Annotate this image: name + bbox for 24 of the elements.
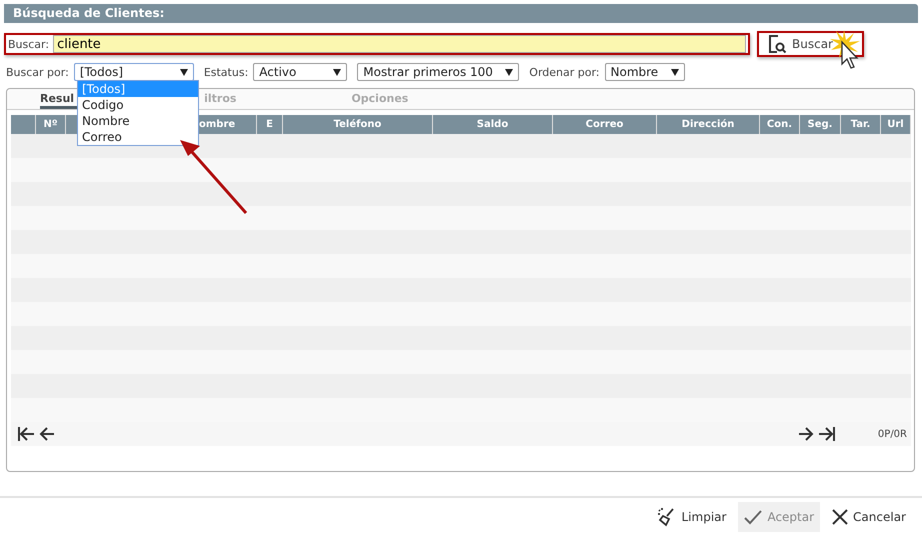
previous-page-button[interactable] xyxy=(37,426,57,442)
dropdown[interactable]: Mostrar primeros 100 xyxy=(357,63,520,81)
clear-button[interactable]: Limpiar xyxy=(650,502,732,532)
page-count: 0P/0R xyxy=(878,428,907,440)
caret-icon xyxy=(180,68,188,76)
first-page-button[interactable] xyxy=(15,426,37,442)
search-label: Buscar: xyxy=(8,38,50,50)
caret-icon xyxy=(333,68,342,76)
filter-label: Estatus: xyxy=(204,66,248,78)
check-icon xyxy=(744,509,762,525)
dropdown[interactable]: [Todos] xyxy=(74,63,194,81)
cancel-button[interactable]: Cancelar xyxy=(826,502,912,532)
caret-icon xyxy=(505,68,514,76)
dropdown[interactable]: Activo xyxy=(253,63,348,81)
search-field[interactable]: cliente xyxy=(53,35,746,53)
search-icon xyxy=(767,34,787,54)
caret-icon xyxy=(670,68,678,76)
window-title: Búsqueda de Clientes: xyxy=(4,4,918,23)
filter-label: Buscar por: xyxy=(6,66,69,78)
dropdown-option[interactable]: Codigo xyxy=(78,97,198,113)
dropdown[interactable]: Nombre xyxy=(604,63,684,81)
close-icon xyxy=(832,509,848,525)
filter-label: Ordenar por: xyxy=(529,66,600,78)
broom-icon xyxy=(656,507,676,527)
